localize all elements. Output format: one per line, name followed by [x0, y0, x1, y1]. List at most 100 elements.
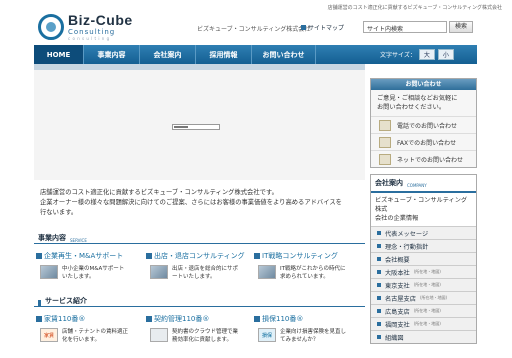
- inquiry-row-label: 電話でのお問い合わせ: [397, 122, 458, 130]
- business-card-ma[interactable]: 企業再生・M&Aサポート 中小企業のM&Aサポート いたします。: [36, 251, 141, 281]
- card-text: ートいたします。: [172, 274, 216, 280]
- search-button[interactable]: 検索: [449, 21, 473, 33]
- service-card-insurance[interactable]: 損保110番® 損保 企業向け損害保険を見直し てみませんか？: [254, 314, 364, 344]
- card-thumbnail: [150, 328, 168, 342]
- business-card-store[interactable]: 出店・退店コンサルティング 出店・退店を総合的にサポ ートいたします。: [146, 251, 251, 281]
- services-section-title: サービス紹介: [45, 297, 87, 305]
- card-title[interactable]: 契約管理110番®: [154, 314, 209, 324]
- nav-business[interactable]: 事業内容: [84, 45, 140, 64]
- card-title[interactable]: IT戦略コンサルティング: [262, 251, 338, 261]
- logo-mark-icon: [38, 13, 64, 40]
- card-thumbnail: [258, 265, 276, 279]
- card-title[interactable]: 損保110番®: [262, 314, 303, 324]
- business-section-en: SERVICE: [70, 238, 87, 243]
- sidebar: お問い合わせ ご意見・ご相談などお気軽に お問い合わせください。 電話でのお問い…: [370, 78, 477, 344]
- font-large-button[interactable]: 大: [418, 49, 435, 60]
- company-name: ビズキューブ・コンサルティング株式会社: [197, 26, 311, 33]
- company-link-sub: (所在地・地図): [419, 295, 448, 300]
- arrow-icon: [254, 316, 260, 322]
- company-link-overview[interactable]: 会社概要: [371, 252, 476, 265]
- company-link-nagoya[interactable]: 名古屋支店 (所在地・地図): [371, 291, 476, 304]
- card-thumbnail: [40, 265, 58, 279]
- arrow-icon: [36, 253, 42, 259]
- intro-line: 行ないます。: [40, 209, 78, 216]
- company-link-org-chart[interactable]: 組織図: [371, 330, 476, 343]
- company-link-label: 名古屋支店: [385, 295, 416, 303]
- inquiry-phone[interactable]: 電話でのお問い合わせ: [371, 116, 476, 133]
- company-link-label: 理念・行動指針: [385, 243, 429, 251]
- arrow-icon: [377, 257, 381, 261]
- card-title[interactable]: 企業再生・M&Aサポート: [44, 251, 123, 261]
- logo-text-sub: Consulting: [68, 28, 116, 36]
- arrow-icon: [377, 309, 381, 313]
- arrow-icon: [377, 270, 381, 274]
- services-section-header: サービス紹介: [34, 296, 365, 307]
- inquiry-box: お問い合わせ ご意見・ご相談などお気軽に お問い合わせください。 電話でのお問い…: [370, 78, 477, 168]
- sitemap-label: サイトマップ: [308, 25, 345, 32]
- card-thumbnail: [150, 265, 168, 279]
- card-text: 求められています。: [280, 274, 329, 280]
- company-link-label: 広島支店: [385, 308, 410, 316]
- nav-recruit[interactable]: 採用情報: [196, 45, 252, 64]
- search-input[interactable]: サイト内検索: [363, 21, 447, 33]
- card-text: てみませんか？: [280, 337, 319, 343]
- company-box: 会社案内 COMPANY ビズキューブ・コンサルティング株式 会社の企業情報 代表…: [370, 174, 477, 344]
- inquiry-net[interactable]: ネットでのお問い合わせ: [371, 150, 476, 167]
- company-link-label: 福岡支社: [385, 321, 410, 329]
- card-text: いたします。: [62, 274, 95, 280]
- nav-contact[interactable]: お問い合わせ: [252, 45, 316, 64]
- arrow-icon: [377, 283, 381, 287]
- card-title[interactable]: 家賃110番®: [44, 314, 85, 324]
- card-text: 出店・退店を総合的にサポ: [172, 266, 239, 272]
- card-thumbnail: 家賃: [40, 328, 58, 342]
- mail-icon: [379, 153, 391, 165]
- nav-home[interactable]: HOME: [34, 45, 84, 64]
- card-title[interactable]: 出店・退店コンサルティング: [154, 251, 245, 261]
- nav-company[interactable]: 会社案内: [140, 45, 196, 64]
- logo-text-small: c o n s u l t i n g: [68, 36, 110, 41]
- company-link-label: 東京支社: [385, 282, 410, 290]
- arrow-icon: [377, 296, 381, 300]
- business-section-header: 事業内容 SERVICE: [34, 233, 365, 244]
- intro-line: 店舗運営のコスト適正化に貢献するビズキューブ・コンサルティング株式会社です。: [40, 189, 278, 196]
- inquiry-fax[interactable]: FAXでのお問い合わせ: [371, 133, 476, 150]
- arrow-icon: [36, 316, 42, 322]
- phone-icon: [379, 119, 391, 131]
- arrow-icon: [377, 322, 381, 326]
- site-logo[interactable]: Biz-Cube Consulting c o n s u l t i n g: [38, 12, 133, 41]
- company-desc: 会社の企業情報: [375, 215, 419, 222]
- header-tagline: 店舗運営のコスト適正化に貢献するビズキューブ・コンサルティング株式会社: [327, 5, 502, 11]
- company-link-osaka[interactable]: 大阪本社 (所在地・地図): [371, 265, 476, 278]
- arrow-icon: [377, 231, 381, 235]
- company-link-philosophy[interactable]: 理念・行動指針: [371, 239, 476, 252]
- company-link-sub: (所在地・地図): [413, 308, 441, 313]
- card-text: 店舗・テナントの賃料適正: [62, 329, 129, 335]
- card-text: 化を行います。: [62, 337, 100, 343]
- arrow-icon: [254, 253, 260, 259]
- company-box-en: COMPANY: [407, 183, 427, 188]
- company-link-hiroshima[interactable]: 広島支店 (所在地・地図): [371, 304, 476, 317]
- inquiry-text: お問い合わせください。: [377, 104, 446, 111]
- company-link-sub: (所在地・地図): [413, 321, 441, 326]
- business-card-it[interactable]: IT戦略コンサルティング IT戦略がこれからの時代に 求められています。: [254, 251, 364, 281]
- company-link-tokyo[interactable]: 東京支社 (所在地・地図): [371, 278, 476, 291]
- service-card-rent[interactable]: 家賃110番® 家賃 店舗・テナントの賃料適正 化を行います。: [36, 314, 141, 344]
- inquiry-row-label: ネットでのお問い合わせ: [397, 156, 464, 164]
- intro-line: 企業オーナー様の様々な問題解決に向けてのご提案、さらにはお客様の事業価値をより高…: [40, 199, 342, 206]
- logo-text-main: Biz-Cube: [68, 12, 133, 28]
- inquiry-text: ご意見・ご相談などお気軽に: [377, 95, 458, 102]
- company-link-fukuoka[interactable]: 福岡支社 (所在地・地図): [371, 317, 476, 330]
- company-box-title: 会社案内: [375, 179, 403, 187]
- card-text: IT戦略がこれからの時代に: [280, 266, 346, 272]
- company-link-sub: (所在地・地図): [413, 269, 441, 274]
- sitemap-link[interactable]: サイトマップ: [301, 23, 344, 32]
- inquiry-row-label: FAXでのお問い合わせ: [397, 139, 457, 147]
- arrow-icon: [146, 316, 152, 322]
- inquiry-title: お問い合わせ: [371, 79, 476, 90]
- font-small-button[interactable]: 小: [437, 49, 454, 60]
- card-text: 務効率化に貢献します。: [172, 337, 232, 343]
- card-text: 企業向け損害保険を見直し: [280, 329, 347, 335]
- company-link-message[interactable]: 代表メッセージ: [371, 226, 476, 239]
- service-card-contract[interactable]: 契約管理110番® 契約書のクラウド管理で業 務効率化に貢献します。: [146, 314, 251, 344]
- company-link-label: 大阪本社: [385, 269, 410, 277]
